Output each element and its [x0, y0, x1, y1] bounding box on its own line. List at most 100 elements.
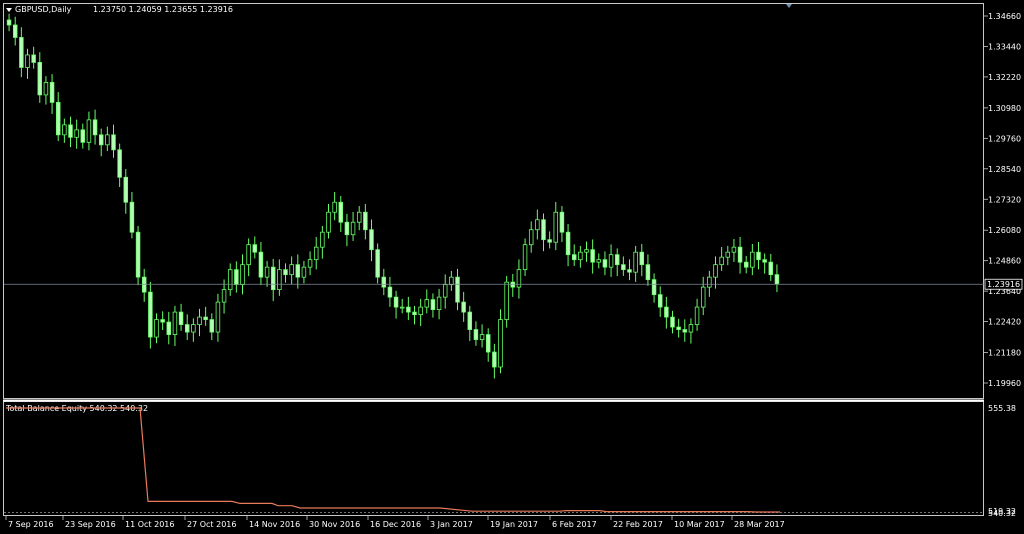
candle-body [375, 249, 380, 278]
candle-body [467, 311, 473, 330]
candle-body [135, 231, 141, 278]
candle-body [621, 264, 626, 271]
price-tick-label: 1.28540 [988, 165, 1021, 174]
candle-body [227, 269, 233, 291]
indicator-axis-max: 555.38 [988, 404, 1016, 413]
candle-body [6, 19, 12, 26]
candle-body [252, 244, 258, 253]
candle-body [277, 269, 282, 291]
candle-body [86, 119, 92, 143]
candle-body [12, 24, 18, 38]
price-tick-label: 1.27320 [988, 195, 1021, 204]
date-tick-label: 28 Mar 2017 [734, 520, 785, 529]
candle-body [326, 211, 331, 233]
candle-body [369, 229, 374, 251]
candle-body [479, 334, 485, 340]
price-tick-label: 1.29760 [988, 134, 1021, 143]
candle-body [713, 264, 718, 278]
candle-body [350, 221, 356, 236]
candle-body [596, 259, 602, 263]
candle-body [264, 266, 270, 278]
candle-body [584, 249, 589, 253]
candle-body [492, 351, 497, 368]
candle-body [74, 129, 79, 138]
candle-body [682, 329, 688, 333]
candle-body [608, 254, 614, 268]
price-tick-label: 1.30980 [988, 104, 1021, 113]
candle-body [148, 291, 153, 338]
date-tick-label: 10 Mar 2017 [674, 520, 725, 529]
date-tick-label: 6 Feb 2017 [552, 520, 597, 529]
date-tick-label: 19 Jan 2017 [490, 520, 538, 529]
candle-body [578, 251, 583, 261]
indicator-axis-current: 540.32 [988, 509, 1016, 518]
candle-body [565, 231, 571, 256]
date-tick-label: 7 Sep 2016 [8, 520, 54, 529]
candle-body [55, 101, 61, 136]
ohlc-readout: 1.23750 1.24059 1.23655 1.23916 [93, 5, 233, 14]
candle-body [731, 246, 737, 253]
candle-body [725, 251, 731, 258]
date-tick-label: 23 Sep 2016 [65, 520, 116, 529]
candle-body [356, 211, 362, 223]
candle-body [80, 129, 86, 143]
shift-marker-icon[interactable] [786, 4, 792, 8]
candle-body [473, 329, 479, 340]
price-tick-label: 1.21180 [988, 349, 1021, 358]
candle-body [283, 269, 288, 276]
candle-body [307, 259, 313, 268]
candle-body [430, 299, 436, 311]
candle-body [37, 62, 43, 96]
candle-body [651, 279, 657, 296]
candle-body [184, 324, 190, 333]
candle-body [117, 149, 122, 178]
candle-body [68, 124, 73, 138]
candle-body [774, 274, 780, 285]
dropdown-arrow-icon[interactable] [6, 8, 12, 12]
price-tick-label: 1.26080 [988, 226, 1021, 235]
candle-body [98, 134, 104, 146]
price-tick-label: 1.32220 [988, 73, 1021, 82]
candle-body [363, 211, 368, 231]
candle-body [528, 229, 534, 246]
candle-body [123, 176, 129, 203]
candle-body [234, 269, 239, 286]
candle-body [172, 311, 178, 335]
candle-body [553, 211, 559, 243]
candle-body [387, 286, 393, 298]
chart-canvas[interactable]: GBPUSD,Daily 1.23750 1.24059 1.23655 1.2… [0, 0, 1024, 534]
candle-body [694, 306, 700, 325]
candle-body [19, 37, 24, 68]
price-tick-label: 1.22420 [988, 318, 1021, 327]
date-tick-label: 27 Oct 2016 [187, 520, 236, 529]
date-tick-label: 16 Dec 2016 [370, 520, 421, 529]
candle-body [289, 264, 294, 276]
candle-body [614, 254, 620, 266]
candle-body [535, 219, 540, 231]
date-tick-label: 30 Nov 2016 [309, 520, 360, 529]
candle-body [178, 311, 184, 325]
candle-body [639, 251, 645, 266]
candle-body [424, 299, 430, 308]
candle-body [111, 134, 116, 151]
candle-body [129, 201, 135, 233]
price-tick-label: 1.24860 [988, 257, 1021, 266]
candle-body [670, 316, 675, 328]
candle-body [633, 251, 638, 273]
candle-body [43, 82, 49, 96]
candle-body [455, 276, 460, 303]
symbol-title: GBPUSD,Daily [15, 5, 72, 14]
price-tick-label: 1.33440 [988, 42, 1021, 51]
candle-body [571, 254, 577, 261]
candle-body [344, 221, 350, 236]
candlestick-series [6, 13, 780, 379]
equity-line [6, 407, 780, 513]
candle-body [246, 244, 251, 266]
candle-body [332, 201, 337, 213]
candle-body [295, 264, 301, 278]
candle-body [657, 294, 663, 308]
candle-body [320, 231, 325, 248]
candle-body [498, 319, 503, 368]
candle-body [541, 219, 546, 241]
candle-body [436, 296, 442, 310]
